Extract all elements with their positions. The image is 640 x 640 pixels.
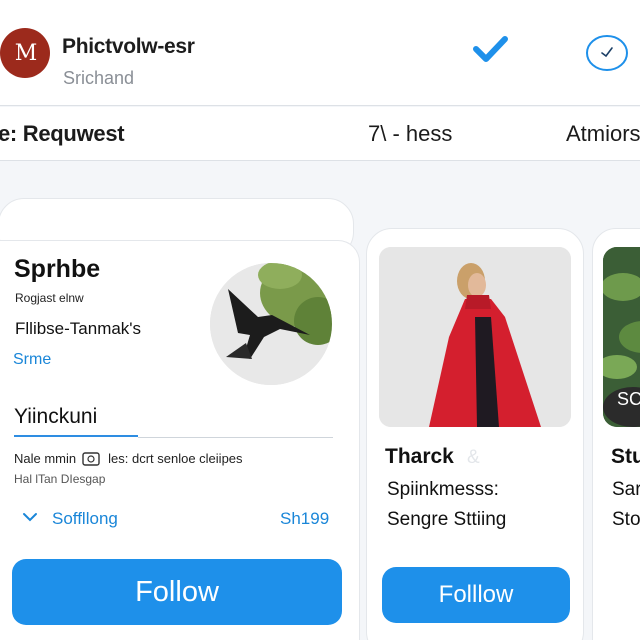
- app-header: M Phictvolw-esr Srichand: [0, 0, 640, 106]
- check-icon[interactable]: [470, 32, 510, 66]
- card2-title: Tharck: [385, 445, 454, 468]
- tab-request[interactable]: e: Requwest: [0, 121, 125, 147]
- meta-right: les: dcrt senloe cleiipes: [108, 451, 243, 466]
- card3-title: Stu: [611, 445, 640, 468]
- section-divider: [138, 437, 333, 438]
- tab-ambiors[interactable]: Atmiors: [566, 121, 640, 147]
- card2-line-2: Sengre Sttiing: [387, 509, 507, 530]
- profile-name: Sprhbe: [14, 255, 101, 283]
- profile-link[interactable]: Srme: [13, 351, 51, 369]
- meta-row: Nale mmin les: dcrt senloe cleiipes: [14, 451, 243, 466]
- card2-ghost-text: &: [467, 447, 480, 468]
- meta-left: Nale mmin: [14, 451, 77, 466]
- follow-button-2[interactable]: Folllow: [382, 567, 570, 623]
- bird-photo: [210, 263, 332, 385]
- card2-line-1: Spiinkmesss:: [387, 479, 499, 500]
- circle-check-icon[interactable]: [585, 34, 629, 72]
- profile-card-2[interactable]: Tharck & Spiinkmesss: Sengre Sttiing Fol…: [366, 228, 584, 640]
- meta-line-2: Hal lTan DIesgap: [14, 472, 106, 486]
- tab-hess[interactable]: 7\ - hess: [368, 121, 452, 147]
- card3-line-2: Sto: [612, 509, 640, 530]
- profile-card-main[interactable]: Sprhbe Rogjast elnw Fllibse-Tanmak's Srm…: [0, 240, 360, 640]
- profile-handle: Fllibse-Tanmak's: [15, 319, 142, 338]
- follow-button[interactable]: Follow: [12, 559, 342, 625]
- card-icon: [82, 451, 100, 466]
- card3-line-1: Sar: [612, 479, 640, 500]
- chevron-down-icon[interactable]: [22, 511, 38, 523]
- avatar[interactable]: M: [0, 28, 50, 78]
- section-title[interactable]: Yiinckuni: [14, 405, 138, 437]
- expand-label[interactable]: Soffllong: [52, 509, 118, 529]
- profile-subtext: Rogjast elnw: [15, 291, 84, 305]
- app-title: Phictvolw-esr: [62, 35, 195, 58]
- tab-bar: e: Requwest 7\ - hess Atmiors: [0, 107, 640, 161]
- price-label: Sh199: [280, 509, 330, 528]
- app-subtitle: Srichand: [63, 68, 135, 88]
- card3-overlay-text: SC: [617, 389, 640, 409]
- woman-red-cape-photo: [379, 247, 571, 427]
- profile-card-3[interactable]: SC Stu Sar Sto: [592, 228, 640, 640]
